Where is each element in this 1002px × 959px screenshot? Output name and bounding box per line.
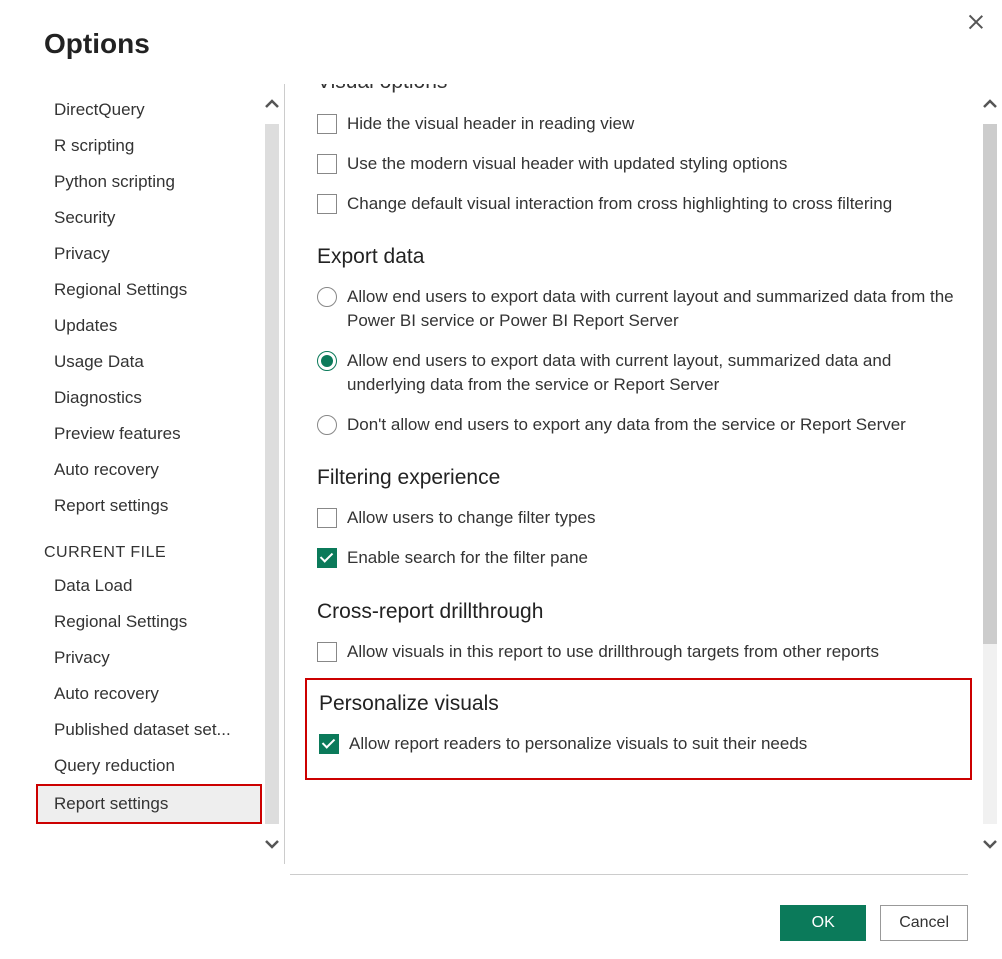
checkbox-label: Hide the visual header in reading view <box>347 112 968 136</box>
radio-label: Allow end users to export data with curr… <box>347 285 968 333</box>
sidebar-item-regional-settings[interactable]: Regional Settings <box>38 272 260 308</box>
checkbox-row-modern-header[interactable]: Use the modern visual header with update… <box>317 144 968 184</box>
sidebar-item-usage-data[interactable]: Usage Data <box>38 344 260 380</box>
sidebar-item-python-scripting[interactable]: Python scripting <box>38 164 260 200</box>
vertical-divider <box>284 84 285 864</box>
dialog-footer: OK Cancel <box>780 905 968 941</box>
sidebar: DirectQuery R scripting Python scripting… <box>38 84 284 864</box>
checkbox-label: Allow users to change filter types <box>347 506 968 530</box>
checkbox-change-filter-types[interactable] <box>317 508 337 528</box>
checkbox-row-filter-search[interactable]: Enable search for the filter pane <box>317 538 968 578</box>
settings-panel: Visual options Hide the visual header in… <box>297 84 978 864</box>
radio-label: Don't allow end users to export any data… <box>347 413 968 437</box>
sidebar-item-data-load[interactable]: Data Load <box>38 568 260 604</box>
sidebar-item-diagnostics[interactable]: Diagnostics <box>38 380 260 416</box>
section-heading-personalize: Personalize visuals <box>319 692 958 716</box>
sidebar-item-report-settings-global[interactable]: Report settings <box>38 488 260 524</box>
section-heading-export-data: Export data <box>317 245 968 269</box>
highlight-personalize-visuals: Personalize visuals Allow report readers… <box>305 678 972 780</box>
section-heading-visual-options: Visual options <box>317 84 968 102</box>
checkbox-label: Change default visual interaction from c… <box>347 192 968 216</box>
chevron-up-icon[interactable] <box>260 84 284 124</box>
sidebar-item-security[interactable]: Security <box>38 200 260 236</box>
sidebar-item-r-scripting[interactable]: R scripting <box>38 128 260 164</box>
checkbox-modern-header[interactable] <box>317 154 337 174</box>
dialog-body: DirectQuery R scripting Python scripting… <box>0 84 1002 864</box>
sidebar-item-query-reduction[interactable]: Query reduction <box>38 748 260 784</box>
chevron-down-icon[interactable] <box>260 824 284 864</box>
section-heading-cross-report: Cross-report drillthrough <box>317 600 968 624</box>
checkbox-row-personalize-visuals[interactable]: Allow report readers to personalize visu… <box>319 724 958 764</box>
checkbox-personalize-visuals[interactable] <box>319 734 339 754</box>
checkbox-row-change-filter-types[interactable]: Allow users to change filter types <box>317 498 968 538</box>
radio-export-none[interactable] <box>317 415 337 435</box>
sidebar-item-auto-recovery-file[interactable]: Auto recovery <box>38 676 260 712</box>
radio-row-export-summarized[interactable]: Allow end users to export data with curr… <box>317 277 968 341</box>
sidebar-section-current-file: CURRENT FILE <box>38 524 260 568</box>
checkbox-label: Allow visuals in this report to use dril… <box>347 640 968 664</box>
radio-export-underlying[interactable] <box>317 351 337 371</box>
checkbox-row-hide-visual-header[interactable]: Hide the visual header in reading view <box>317 104 968 144</box>
sidebar-item-privacy-file[interactable]: Privacy <box>38 640 260 676</box>
checkbox-cross-report-drill[interactable] <box>317 642 337 662</box>
radio-export-summarized[interactable] <box>317 287 337 307</box>
sidebar-item-preview-features[interactable]: Preview features <box>38 416 260 452</box>
content-scroll-track[interactable] <box>983 124 997 824</box>
sidebar-item-updates[interactable]: Updates <box>38 308 260 344</box>
checkbox-label: Enable search for the filter pane <box>347 546 968 570</box>
sidebar-item-regional-settings-file[interactable]: Regional Settings <box>38 604 260 640</box>
close-icon[interactable] <box>968 14 984 30</box>
checkbox-filter-search[interactable] <box>317 548 337 568</box>
footer-divider <box>290 874 968 875</box>
radio-row-export-underlying[interactable]: Allow end users to export data with curr… <box>317 341 968 405</box>
chevron-up-icon[interactable] <box>978 84 1002 124</box>
sidebar-item-directquery[interactable]: DirectQuery <box>38 92 260 128</box>
chevron-down-icon[interactable] <box>978 824 1002 864</box>
sidebar-item-auto-recovery[interactable]: Auto recovery <box>38 452 260 488</box>
section-heading-filtering: Filtering experience <box>317 466 968 490</box>
sidebar-scrollbar[interactable] <box>260 84 284 864</box>
sidebar-item-published-dataset[interactable]: Published dataset set... <box>38 712 260 748</box>
sidebar-item-report-settings-file[interactable]: Report settings <box>36 784 262 824</box>
sidebar-item-privacy[interactable]: Privacy <box>38 236 260 272</box>
content-area: Visual options Hide the visual header in… <box>297 84 1002 864</box>
checkbox-hide-visual-header[interactable] <box>317 114 337 134</box>
checkbox-row-cross-report-drill[interactable]: Allow visuals in this report to use dril… <box>317 632 968 672</box>
radio-row-export-none[interactable]: Don't allow end users to export any data… <box>317 405 968 445</box>
dialog-title: Options <box>0 0 1002 60</box>
checkbox-cross-filter[interactable] <box>317 194 337 214</box>
checkbox-row-cross-filter[interactable]: Change default visual interaction from c… <box>317 184 968 224</box>
sidebar-scroll-track[interactable] <box>265 124 279 824</box>
radio-label: Allow end users to export data with curr… <box>347 349 968 397</box>
ok-button[interactable]: OK <box>780 905 866 941</box>
checkbox-label: Allow report readers to personalize visu… <box>349 732 958 756</box>
content-scrollbar[interactable] <box>978 84 1002 864</box>
checkbox-label: Use the modern visual header with update… <box>347 152 968 176</box>
cancel-button[interactable]: Cancel <box>880 905 968 941</box>
content-scroll-thumb[interactable] <box>983 124 997 644</box>
sidebar-list: DirectQuery R scripting Python scripting… <box>38 84 260 864</box>
